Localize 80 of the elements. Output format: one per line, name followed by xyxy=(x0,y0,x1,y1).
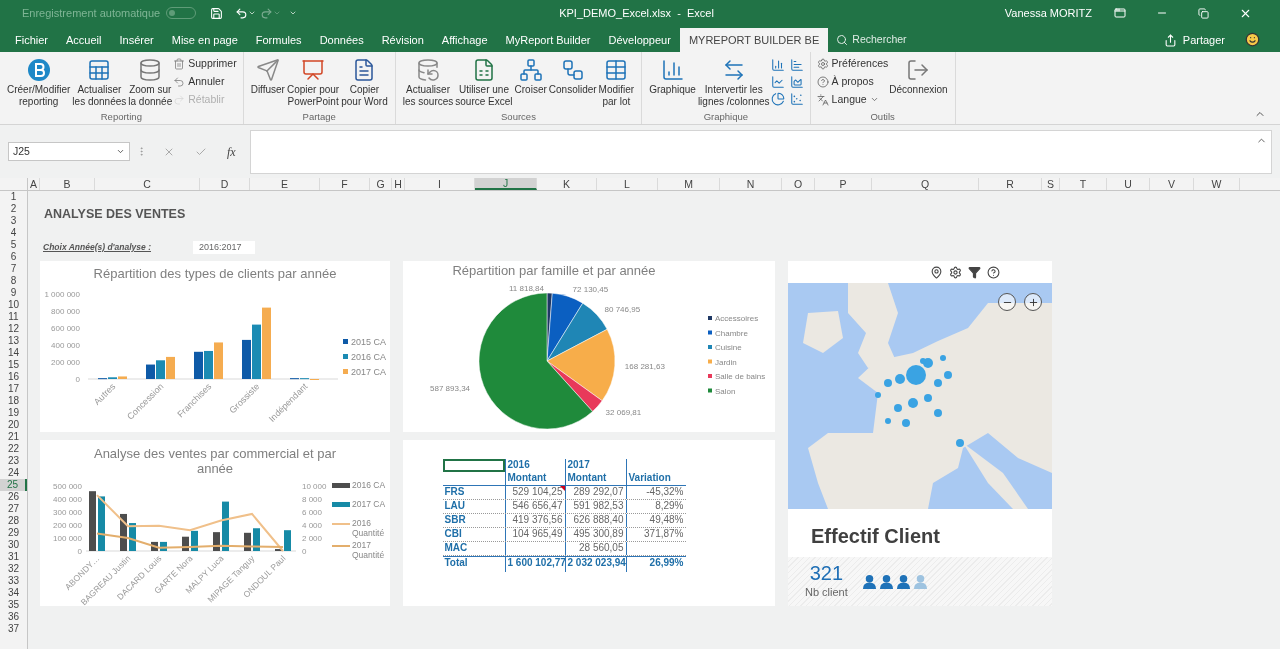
legend-label: Cuisine xyxy=(715,342,742,352)
data-label: 587 893,34 xyxy=(430,384,471,394)
axis-label: 0 xyxy=(75,375,80,384)
group-label: Outils xyxy=(870,110,895,124)
column-header: Variation xyxy=(625,472,686,485)
axis-label: 0 xyxy=(77,547,82,556)
legend-label: 2016 CA xyxy=(351,352,387,362)
group-label: Graphique xyxy=(703,110,749,124)
table-cell: 49,48% xyxy=(649,514,684,525)
legend-label: 2016 CA xyxy=(352,480,386,490)
data-label: 11 818,84 xyxy=(508,283,544,293)
sheet-title: ANALYSE DES VENTES xyxy=(44,206,187,223)
table-cell: 626 888,40 xyxy=(573,514,624,525)
table-cell: 8,29% xyxy=(655,500,684,511)
row-header: MAC xyxy=(444,542,468,553)
axis-label: 2 000 xyxy=(302,534,323,543)
table-cell: 495 300,89 xyxy=(573,528,624,539)
table-cell: 371,87% xyxy=(644,528,684,539)
chart-title: Analyse des ventes par commercial et par année xyxy=(92,445,338,476)
axis-label: 6 000 xyxy=(302,508,323,517)
kpi-caption: Nb client xyxy=(805,585,848,601)
axis-label: 400 000 xyxy=(53,495,82,504)
axis-label: 8 000 xyxy=(302,495,323,504)
choice-label: Choix Année(s) d'analyse : xyxy=(43,241,152,254)
table-cell: 1 600 102,77 xyxy=(507,557,566,568)
axis-label: 200 000 xyxy=(51,358,80,367)
axis-label: 0 xyxy=(302,547,307,556)
row-header: CBI xyxy=(444,528,462,539)
axis-label: 800 000 xyxy=(51,307,80,316)
row-header: LAU xyxy=(444,500,466,511)
legend-label: 2017 CA xyxy=(351,367,387,377)
column-header: Montant xyxy=(504,472,565,485)
legend-label: Salle de bains xyxy=(715,371,766,381)
row-header: SBR xyxy=(444,514,466,525)
table-cell: 2 032 023,94 xyxy=(567,557,626,568)
data-label: 32 069,81 xyxy=(605,407,642,417)
user-name: Vanessa MORITZ xyxy=(1004,5,1092,21)
table-cell: 289 292,07 xyxy=(573,486,624,497)
group-label: Reporting xyxy=(100,110,142,124)
table-cell: 26,99% xyxy=(649,557,684,568)
kpi-value: 321 xyxy=(809,562,844,585)
data-label: 80 746,95 xyxy=(604,305,641,314)
table-cell: 591 982,53 xyxy=(573,500,624,511)
axis-label: 100 000 xyxy=(53,534,82,543)
group-label: Sources xyxy=(501,110,536,124)
legend-label: Chambre xyxy=(715,328,748,338)
legend-label: Jardin xyxy=(715,357,737,367)
column-header: 2017 xyxy=(564,459,626,472)
axis-label: 600 000 xyxy=(51,324,80,333)
data-label: 168 281,63 xyxy=(624,362,665,372)
axis-label: 200 000 xyxy=(53,521,82,530)
table-cell: -45,32% xyxy=(646,486,684,497)
table-cell: 28 560,05 xyxy=(579,542,624,553)
legend-label: Accessoires xyxy=(715,313,759,323)
chart-title: Répartition par famille et par année xyxy=(451,262,657,280)
data-label: 72 130,45 xyxy=(572,284,609,294)
axis-label: 500 000 xyxy=(53,482,82,491)
legend-label: 2015 CA xyxy=(351,337,387,347)
group-label: Partage xyxy=(302,110,336,124)
row-header: FRS xyxy=(444,486,465,497)
table-cell: 529 104,25 xyxy=(512,486,563,497)
axis-label: 1 000 000 xyxy=(44,290,80,299)
column-header: Montant xyxy=(564,472,626,485)
kpi-title: Effectif Client xyxy=(810,524,941,549)
column-header: 2016 xyxy=(504,459,565,472)
axis-label: 300 000 xyxy=(53,508,82,517)
axis-label: 4 000 xyxy=(302,521,323,530)
legend-label: 2017 CA xyxy=(352,499,386,509)
autosave-label: Enregistrement automatique xyxy=(22,5,161,21)
chart-title: Répartition des types de clients par année xyxy=(92,265,338,283)
legend-label: 2016 Quantité xyxy=(352,518,385,538)
legend-label: Salon xyxy=(715,386,736,396)
table-cell: 419 376,56 xyxy=(512,514,563,525)
row-header: Total xyxy=(444,557,468,568)
legend-label: 2017 Quantité xyxy=(352,540,385,560)
axis-label: 10 000 xyxy=(302,482,327,491)
window-title: KPI_DEMO_Excel.xlsx - Excel xyxy=(559,5,714,21)
table-cell: 104 965,49 xyxy=(512,528,563,539)
table-cell: 546 656,47 xyxy=(512,500,563,511)
axis-label: 400 000 xyxy=(51,341,80,350)
